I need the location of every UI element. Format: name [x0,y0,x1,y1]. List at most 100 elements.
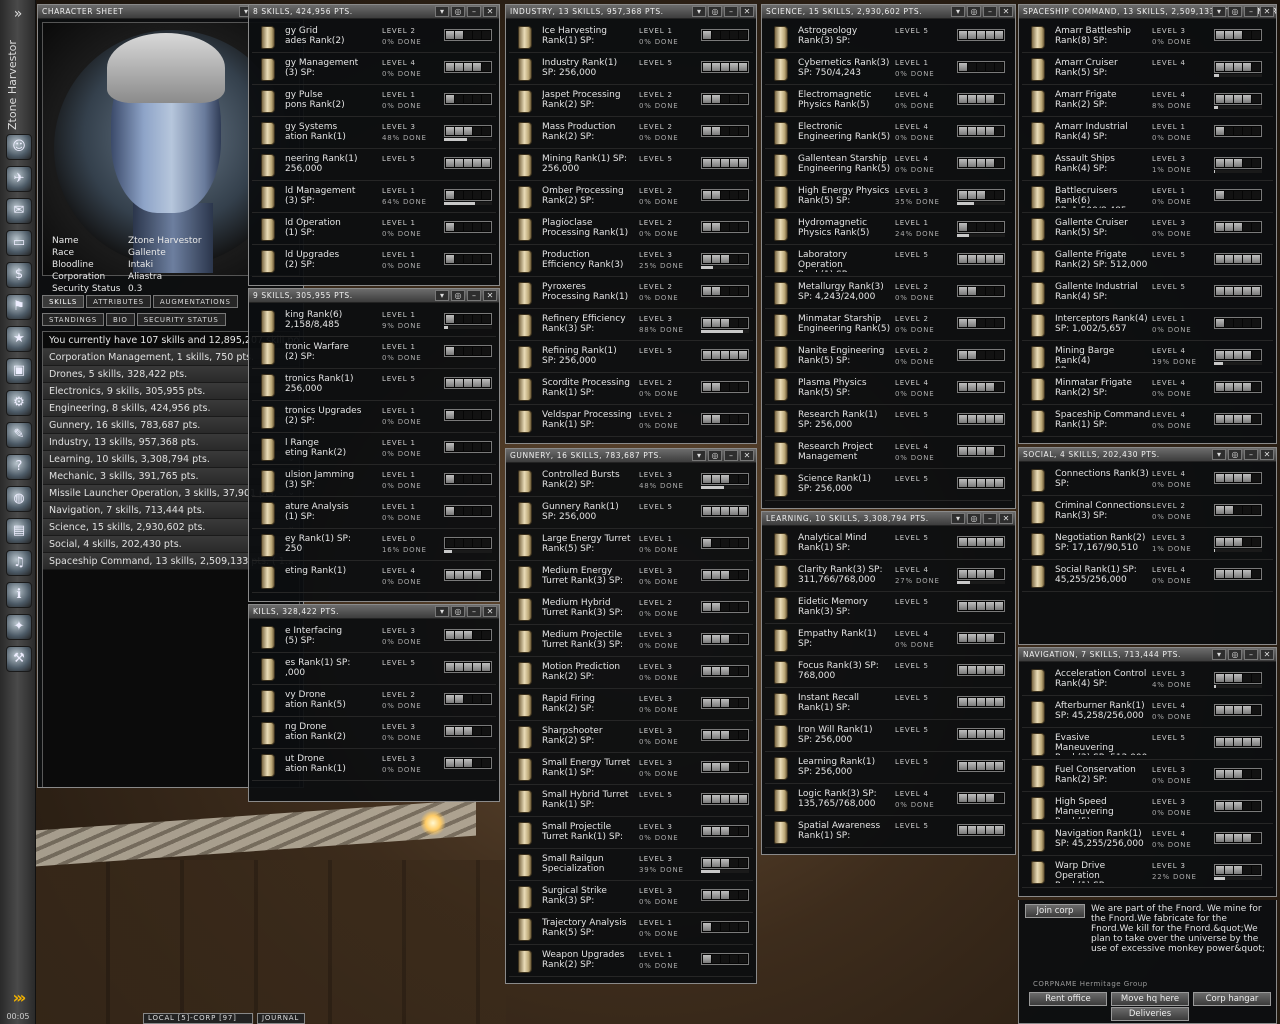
tab-standings[interactable]: Standings [42,313,104,326]
skill-row[interactable]: Trajectory Analysis Rank(5) SP: LEVEL 1 0%… [509,914,753,945]
skill-row[interactable]: Small Energy Turret Rank(1) SP: LEVEL 3 0%… [509,754,753,785]
skill-row[interactable]: ld Upgrades (2) SP: LEVEL 1 0% DONE [252,246,496,277]
skill-row[interactable]: Negotiation Rank(2) SP: 17,167/90,510 LEV… [1022,529,1273,560]
collapse-icon[interactable]: ▾ [692,6,706,17]
skill-row[interactable]: Hydromagnetic Physics Rank(5) LEVEL 1 24% … [765,214,1012,245]
skill-row[interactable]: Rapid Firing Rank(2) SP: LEVEL 3 0% DONE [509,690,753,721]
pin-icon[interactable]: ◎ [708,6,722,17]
skill-row[interactable]: Acceleration Control Rank(4) SP: LEVEL 3 4… [1022,665,1273,696]
skill-row[interactable]: tronics Upgrades (2) SP: LEVEL 1 0% DONE [252,402,496,433]
minimize-icon[interactable]: – [467,290,481,301]
pin-icon[interactable]: ◎ [1228,6,1242,17]
book-icon[interactable]: ▤ [6,518,32,544]
skill-row[interactable]: Gallente Industrial Rank(4) SP: LEVEL 5 [1022,278,1273,309]
skill-row[interactable]: vy Drone ation Rank(5) LEVEL 2 0% DONE [252,686,496,717]
close-icon[interactable]: ✕ [483,290,497,301]
skill-row[interactable]: gy Systems ation Rank(1) LEVEL 3 48% DONE [252,118,496,149]
skill-row[interactable]: Weapon Upgrades Rank(2) SP: LEVEL 1 0% DON… [509,946,753,977]
window-header[interactable]: Spaceship Command, 13 skills, 2,509,133 … [1019,5,1276,19]
ship-icon[interactable]: ✈ [6,166,32,192]
skill-row[interactable]: Medium Energy Turret Rank(3) SP: LEVEL 3 0… [509,562,753,593]
minimize-icon[interactable]: – [724,450,738,461]
mail-icon[interactable]: ✉ [6,198,32,224]
collapse-icon[interactable]: ▾ [1212,649,1226,660]
info-icon[interactable]: ℹ [6,582,32,608]
skill-row[interactable]: gy Pulse pons Rank(2) LEVEL 1 0% DONE [252,86,496,117]
minimize-icon[interactable]: – [983,513,997,524]
skill-row[interactable]: gy Grid ades Rank(2) LEVEL 2 0% DONE [252,22,496,53]
window-header[interactable]: 8 skills, 424,956 pts. ▾ ◎ – ✕ [249,5,499,19]
skill-row[interactable]: tronic Warfare (2) SP: LEVEL 1 0% DONE [252,338,496,369]
skill-row[interactable]: Logic Rank(3) SP: 135,765/768,000 LEVEL 4… [765,785,1012,816]
skill-row[interactable]: Plagioclase Processing Rank(1) LEVEL 2 0% … [509,214,753,245]
minimize-icon[interactable]: – [467,606,481,617]
skill-row[interactable]: Gunnery Rank(1) SP: 256,000 LEVEL 5 [509,498,753,529]
skill-row[interactable]: Mining Barge Rank(4) SP: LEVEL 4 19% DONE [1022,342,1273,373]
skill-row[interactable]: tronics Rank(1) 256,000 LEVEL 5 [252,370,496,401]
move-hq-button[interactable]: Move hq here [1111,992,1189,1006]
skill-row[interactable]: l Range eting Rank(2) LEVEL 1 0% DONE [252,434,496,465]
skill-row[interactable]: Evasive Maneuvering Rank(2) SP: 512,000 L… [1022,729,1273,760]
window-header[interactable]: Industry, 13 skills, 957,368 pts. ▾ ◎ – ✕ [506,5,756,19]
window-header[interactable]: Learning, 10 skills, 3,308,794 pts. ▾ ◎ – ✕ [762,512,1015,526]
skill-row[interactable]: Sharpshooter Rank(2) SP: LEVEL 3 0% DONE [509,722,753,753]
tab-security-status[interactable]: Security Status [136,313,226,326]
help-icon[interactable]: ? [6,454,32,480]
skill-row[interactable]: Empathy Rank(1) SP: LEVEL 4 0% DONE [765,625,1012,656]
collapse-icon[interactable]: ▾ [951,513,965,524]
skill-row[interactable]: ng Drone ation Rank(2) LEVEL 3 0% DONE [252,718,496,749]
skill-row[interactable]: Research Rank(1) SP: 256,000 LEVEL 5 [765,406,1012,437]
tab-bio[interactable]: Bio [105,313,135,326]
close-icon[interactable]: ✕ [1260,649,1274,660]
window-header[interactable]: 9 skills, 305,955 pts. ▾ ◎ – ✕ [249,289,499,303]
skill-row[interactable]: e Interfacing (5) SP: LEVEL 3 0% DONE [252,622,496,653]
skill-row[interactable]: Cybernetics Rank(3) SP: 750/4,243 LEVEL 1… [765,54,1012,85]
skill-row[interactable]: eting Rank(1) LEVEL 4 0% DONE [252,562,496,593]
skill-row[interactable]: ld Management (3) SP: LEVEL 1 64% DONE [252,182,496,213]
skill-row[interactable]: Metallurgy Rank(3) SP: 4,243/24,000 LEVEL… [765,278,1012,309]
skill-row[interactable]: Medium Hybrid Turret Rank(3) SP: LEVEL 2 0… [509,594,753,625]
skill-row[interactable]: Afterburner Rank(1) SP: 45,258/256,000 LE… [1022,697,1273,728]
minimize-icon[interactable]: – [983,6,997,17]
notepad-icon[interactable]: ▭ [6,230,32,256]
skill-row[interactable]: Industry Rank(1) SP: 256,000 LEVEL 5 [509,54,753,85]
skill-row[interactable]: Spaceship Command Rank(1) SP: LEVEL 4 0% D… [1022,406,1273,437]
window-header[interactable]: Social, 4 skills, 202,430 pts. ▾ ◎ – ✕ [1019,448,1276,462]
settings-icon[interactable]: ⚒ [6,646,32,672]
skill-row[interactable]: ey Rank(1) SP: 250 LEVEL 0 16% DONE [252,530,496,561]
window-header[interactable]: kills, 328,422 pts. ▾ ◎ – ✕ [249,605,499,619]
skill-row[interactable]: ut Drone ation Rank(1) LEVEL 3 0% DONE [252,750,496,781]
skill-row[interactable]: Nanite Engineering Rank(5) SP: LEVEL 2 0% … [765,342,1012,373]
skill-row[interactable]: Medium Projectile Turret Rank(3) SP: LEVE… [509,626,753,657]
skill-row[interactable]: Gallente Frigate Rank(2) SP: 512,000 LEVE… [1022,246,1273,277]
skill-row[interactable]: Analytical Mind Rank(1) SP: LEVEL 5 [765,529,1012,560]
skill-row[interactable]: Fuel Conservation Rank(2) SP: LEVEL 3 0% D… [1022,761,1273,792]
skill-row[interactable]: Surgical Strike Rank(3) SP: LEVEL 3 0% DON… [509,882,753,913]
collapse-icon[interactable]: ▾ [1212,449,1226,460]
audio-icon[interactable]: ♫ [6,550,32,576]
pin-icon[interactable]: ◎ [967,6,981,17]
collapse-icon[interactable]: ▾ [951,6,965,17]
skill-row[interactable]: Amarr Battleship Rank(8) SP: LEVEL 3 0% DO… [1022,22,1273,53]
minimize-icon[interactable]: – [1244,649,1258,660]
sidebar-character-name[interactable]: Ztone Harvestor [6,40,26,130]
collapse-icon[interactable]: ▾ [435,6,449,17]
people-icon[interactable]: ☺ [6,134,32,160]
skill-row[interactable]: Amarr Cruiser Rank(5) SP: LEVEL 4 [1022,54,1273,85]
close-icon[interactable]: ✕ [999,513,1013,524]
fleet-icon[interactable]: ⚑ [6,294,32,320]
close-icon[interactable]: ✕ [999,6,1013,17]
skill-row[interactable]: High Speed Maneuvering Rank(5) LEVEL 3 0% … [1022,793,1273,824]
pin-icon[interactable]: ◎ [451,606,465,617]
skill-row[interactable]: Production Efficiency Rank(3) LEVEL 3 25% … [509,246,753,277]
skill-row[interactable]: Interceptors Rank(4) SP: 1,002/5,657 LEVE… [1022,310,1273,341]
close-icon[interactable]: ✕ [740,450,754,461]
journal-icon[interactable]: ✎ [6,422,32,448]
skill-row[interactable]: Instant Recall Rank(1) SP: LEVEL 5 [765,689,1012,720]
skill-row[interactable]: king Rank(6) 2,158/8,485 LEVEL 1 9% DONE [252,306,496,337]
minimize-icon[interactable]: – [1244,449,1258,460]
pin-icon[interactable]: ◎ [451,290,465,301]
skill-row[interactable]: Scordite Processing Rank(1) SP: LEVEL 2 0%… [509,374,753,405]
close-icon[interactable]: ✕ [1260,6,1274,17]
skill-row[interactable]: Amarr Frigate Rank(2) SP: LEVEL 4 8% DONE [1022,86,1273,117]
